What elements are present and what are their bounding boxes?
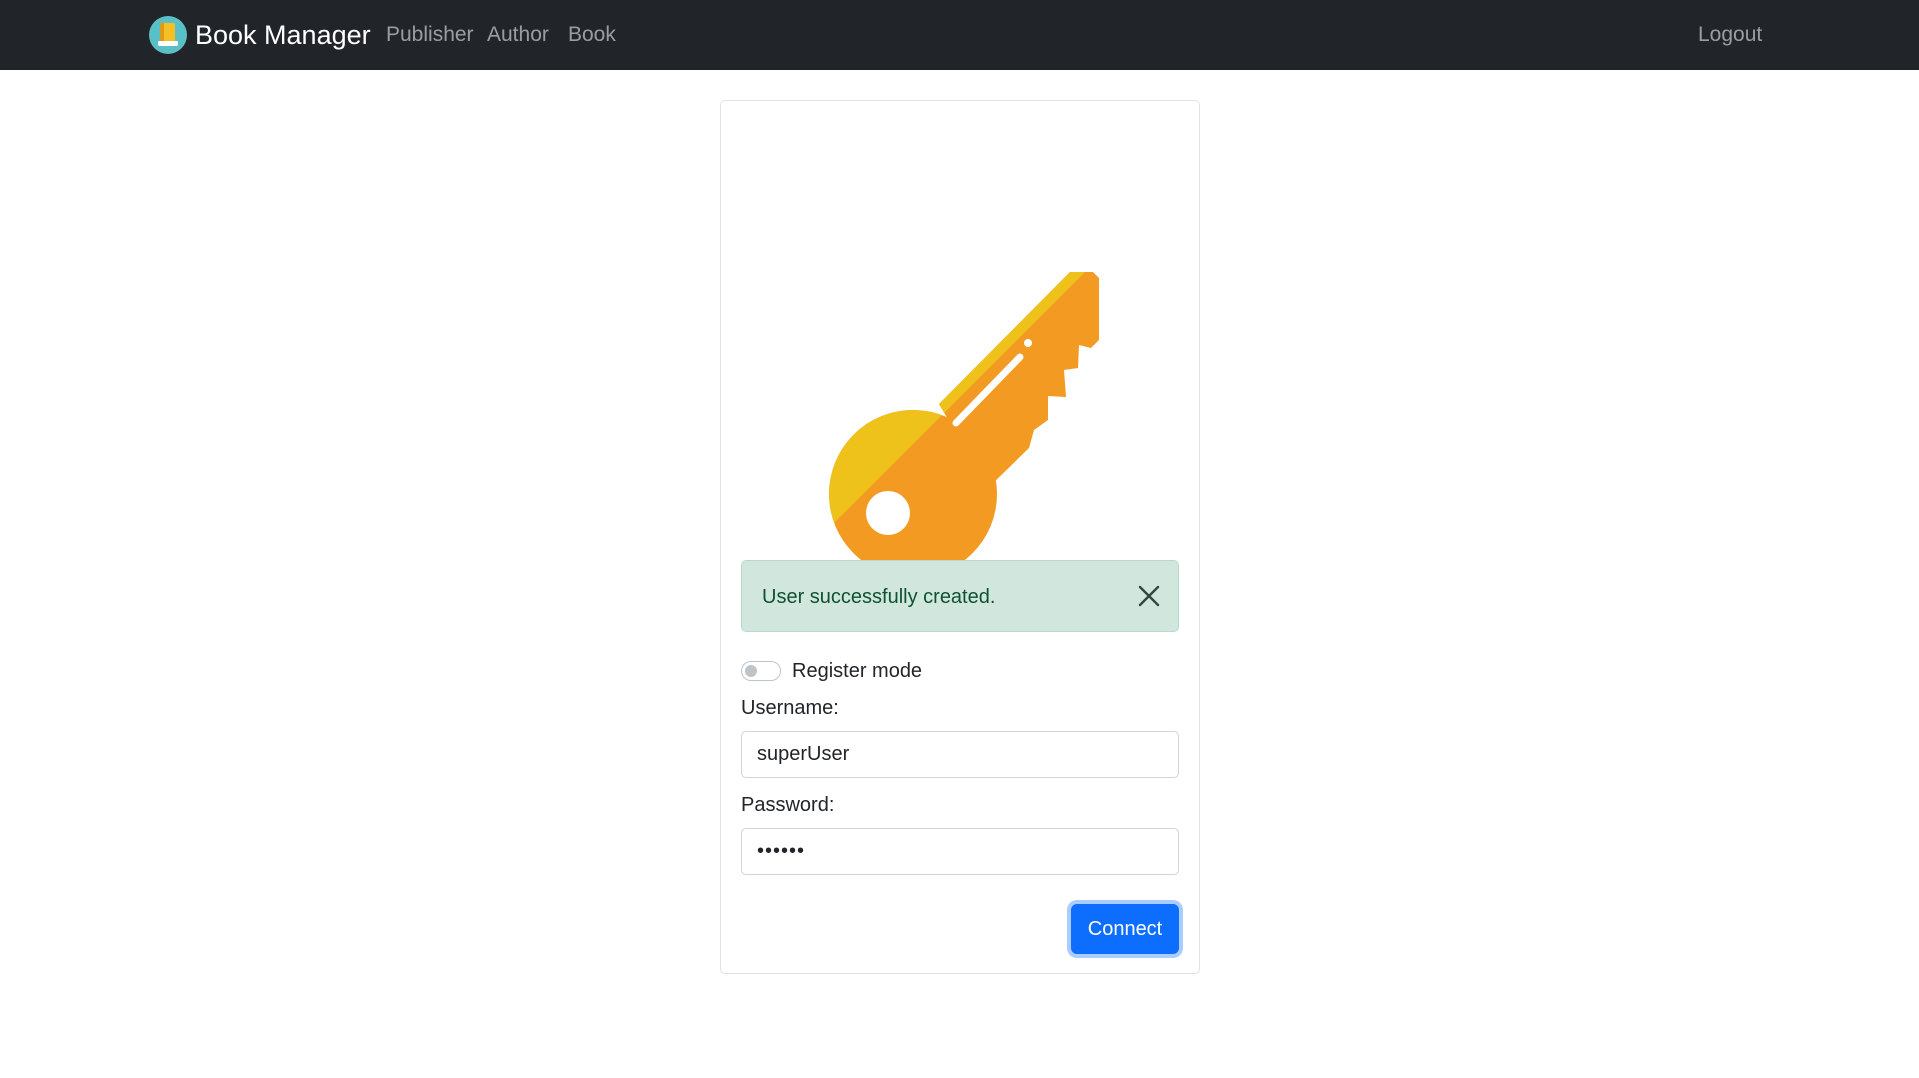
toggle-knob — [745, 665, 757, 677]
success-alert: User successfully created. — [741, 560, 1179, 632]
key-icon — [829, 208, 1102, 578]
nav-publisher[interactable]: Publisher — [386, 22, 474, 48]
nav-author[interactable]: Author — [487, 22, 549, 48]
username-input[interactable] — [741, 731, 1179, 778]
nav-book[interactable]: Book — [568, 22, 616, 48]
connect-button[interactable]: Connect — [1071, 904, 1179, 954]
password-label: Password: — [741, 794, 835, 816]
brand-link[interactable]: Book Manager — [149, 15, 371, 55]
book-logo-icon — [149, 16, 187, 54]
register-mode-row: Register mode — [741, 656, 922, 686]
alert-message: User successfully created. — [762, 586, 996, 608]
password-input[interactable] — [741, 828, 1179, 875]
close-icon[interactable] — [1136, 583, 1162, 609]
register-mode-label: Register mode — [792, 660, 923, 682]
logout-link[interactable]: Logout — [1698, 22, 1762, 48]
username-label: Username: — [741, 697, 839, 719]
register-mode-toggle[interactable] — [741, 661, 781, 681]
login-card: User successfully created. Register mode… — [720, 100, 1200, 974]
navbar: Book Manager Publisher Author Book Logou… — [0, 0, 1919, 70]
brand-title: Book Manager — [195, 20, 371, 50]
